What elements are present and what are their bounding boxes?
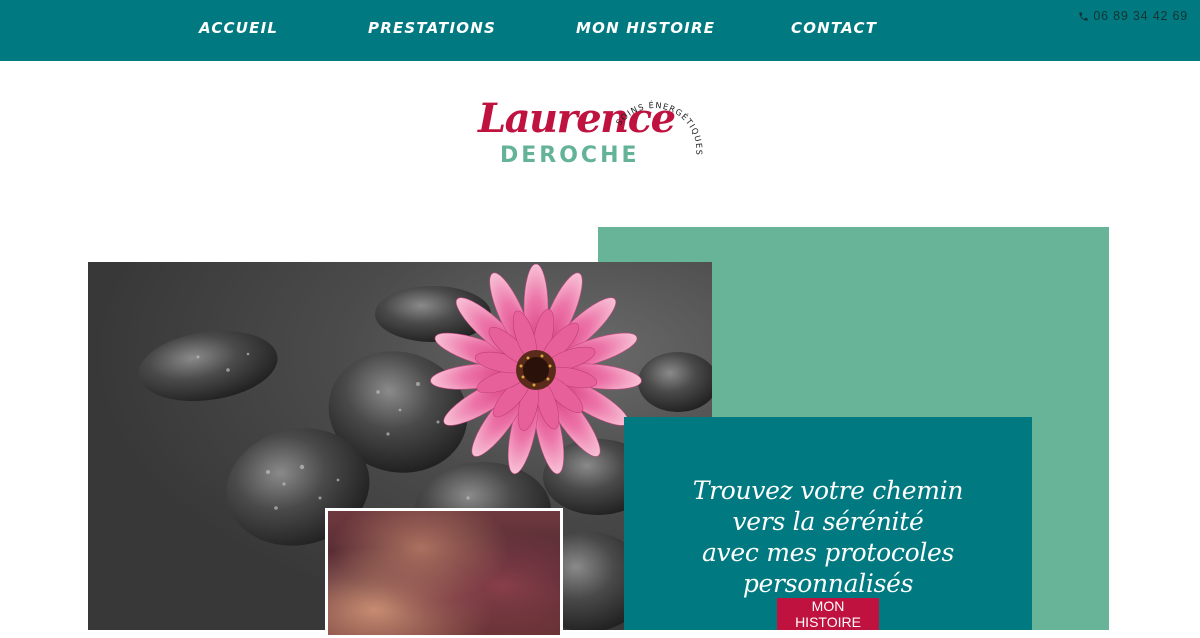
nav-link-accueil[interactable]: ACCUEIL — [199, 19, 278, 37]
tagline-line-2: vers la sérénité — [732, 507, 924, 536]
phone-icon — [1078, 11, 1089, 22]
logo-arc-label: SOINS ÉNERGÉTIQUES — [614, 99, 704, 156]
nav-link-prestations[interactable]: PRESTATIONS — [368, 19, 496, 37]
nav-link-mon-histoire[interactable]: MON HISTOIRE — [576, 19, 715, 37]
site-logo[interactable]: Laurence DEROCHE SOINS ÉNERGÉTIQUES — [470, 92, 710, 177]
phone-number: 06 89 34 42 69 — [1093, 9, 1188, 23]
top-navigation-bar: ACCUEIL PRESTATIONS MON HISTOIRE CONTACT… — [0, 0, 1200, 61]
tagline-line-1: Trouvez votre chemin — [692, 476, 964, 505]
inset-photo-massage — [325, 508, 563, 638]
svg-text:SOINS ÉNERGÉTIQUES: SOINS ÉNERGÉTIQUES — [614, 99, 705, 156]
logo-arc-text: SOINS ÉNERGÉTIQUES — [614, 99, 705, 156]
tagline-line-3: avec mes protocoles personnalisés — [701, 538, 955, 598]
phone-link[interactable]: 06 89 34 42 69 — [1078, 9, 1188, 23]
hero-tagline-card: Trouvez votre chemin vers la sérénité av… — [624, 417, 1032, 630]
hero-tagline: Trouvez votre chemin vers la sérénité av… — [624, 475, 1032, 599]
nav-link-contact[interactable]: CONTACT — [791, 19, 877, 37]
mon-histoire-button[interactable]: MON HISTOIRE — [777, 598, 879, 630]
